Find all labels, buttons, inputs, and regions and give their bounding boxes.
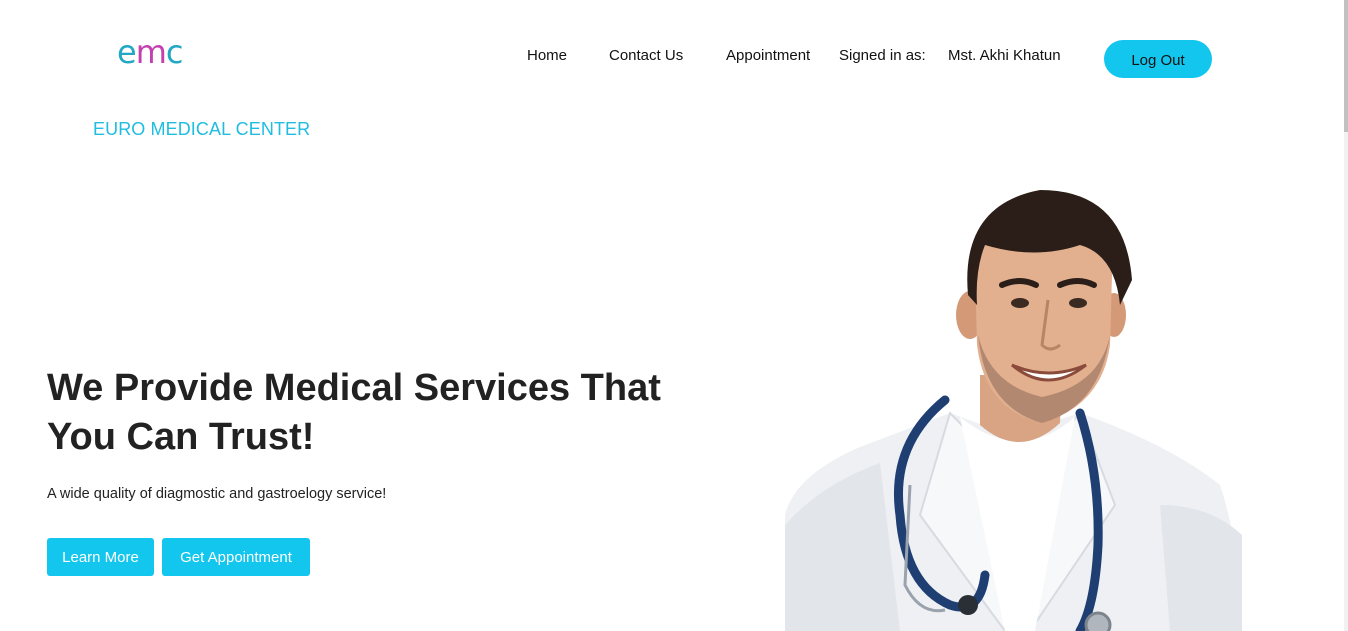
user-name: Mst. Akhi Khatun — [948, 47, 1061, 64]
get-appointment-button[interactable]: Get Appointment — [162, 538, 310, 576]
learn-more-button[interactable]: Learn More — [47, 538, 154, 576]
logo-letter-e: e — [117, 33, 137, 71]
hero-title: We Provide Medical Services That You Can… — [47, 367, 661, 458]
hero-subtitle: A wide quality of diagmostic and gastroe… — [47, 486, 387, 502]
logo[interactable]: emc — [117, 33, 184, 71]
logo-letter-m: m — [135, 33, 167, 71]
signed-in-label: Signed in as: — [839, 47, 926, 64]
logo-letter-c: c — [165, 33, 184, 71]
nav-home[interactable]: Home — [527, 47, 567, 64]
doctor-image — [785, 190, 1242, 631]
logout-button[interactable]: Log Out — [1104, 40, 1212, 78]
scrollbar-thumb[interactable] — [1344, 0, 1348, 132]
brand-name: EURO MEDICAL CENTER — [93, 119, 311, 139]
nav-appointment[interactable]: Appointment — [726, 47, 810, 64]
nav-contact-us[interactable]: Contact Us — [609, 47, 683, 64]
